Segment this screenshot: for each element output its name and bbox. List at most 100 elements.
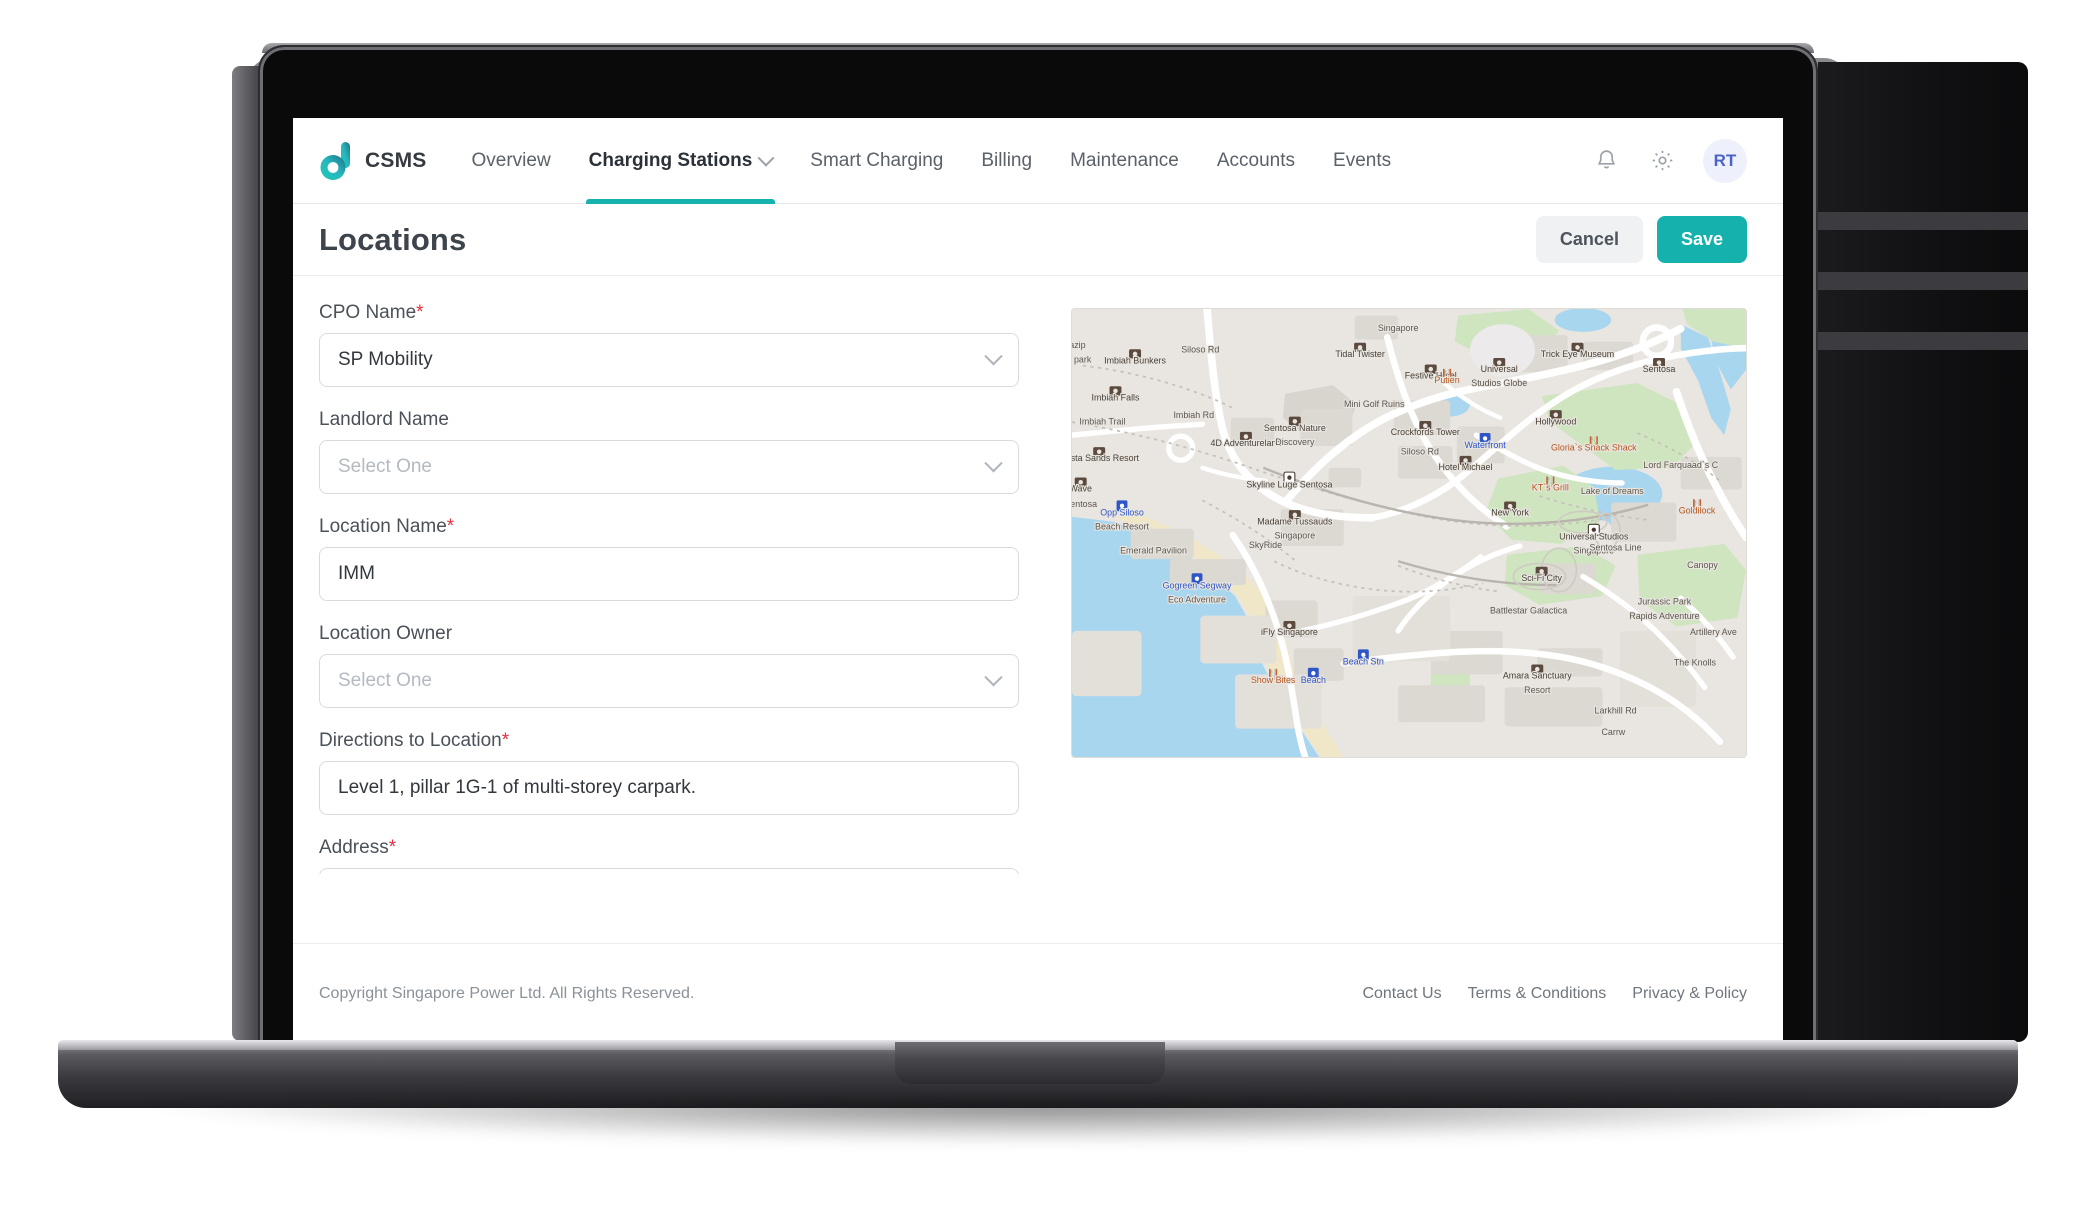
required-asterisk: * — [388, 837, 397, 858]
field-label: Location Owner — [319, 623, 1019, 645]
svg-text:🍴: 🍴 — [1441, 369, 1453, 381]
location-owner-select[interactable]: Select One — [319, 654, 1019, 708]
label-text: Directions to Location — [319, 730, 502, 751]
settings-gear-icon[interactable] — [1647, 146, 1677, 176]
select-placeholder: Select One — [338, 456, 432, 477]
top-navigation-bar: CSMS Overview Charging Stations Smart Ch… — [293, 118, 1783, 204]
camera-map-icon — [1493, 357, 1506, 368]
footer-link-privacy[interactable]: Privacy & Policy — [1632, 985, 1747, 1003]
save-button[interactable]: Save — [1656, 216, 1747, 263]
label-text: Location Name — [319, 516, 447, 537]
field-landlord-name: Landlord Name Select One — [319, 409, 1019, 494]
page-title: Locations — [319, 221, 467, 257]
select-placeholder: Select One — [338, 670, 432, 691]
camera-map-icon — [1129, 349, 1142, 359]
nav-item-accounts[interactable]: Accounts — [1198, 118, 1314, 204]
svg-text:🍴: 🍴 — [1544, 476, 1556, 488]
page-footer: Copyright Singapore Power Ltd. All Right… — [293, 943, 1783, 1043]
field-label: Address* — [319, 837, 1019, 859]
footer-link-contact-us[interactable]: Contact Us — [1362, 985, 1441, 1003]
nav-label: Overview — [471, 149, 551, 171]
cancel-button[interactable]: Cancel — [1535, 216, 1643, 263]
pin-map-icon — [1283, 471, 1296, 484]
camera-map-icon — [1283, 621, 1296, 631]
nav-links: Overview Charging Stations Smart Chargin… — [452, 118, 1410, 204]
museum-map-icon — [1288, 510, 1301, 520]
transit-map-icon — [1307, 667, 1319, 679]
select-value: SP Mobility — [338, 349, 433, 370]
restaurant-map-icon: 🍴 — [1267, 669, 1279, 681]
restaurant-map-icon: 🍴 — [1588, 436, 1600, 448]
nav-item-smart-charging[interactable]: Smart Charging — [791, 118, 962, 204]
footer-link-terms[interactable]: Terms & Conditions — [1468, 985, 1607, 1003]
nav-label: Events — [1333, 149, 1392, 171]
footer-links: Contact Us Terms & Conditions Privacy & … — [1362, 985, 1747, 1003]
field-cpo-name: CPO Name* SP Mobility — [319, 302, 1019, 387]
transit-map-icon — [1357, 649, 1369, 661]
svg-text:🍴: 🍴 — [1267, 669, 1279, 681]
map-column: Imbiah BunkersImbiah FallsImbiah TrailCo… — [1071, 302, 1747, 874]
restaurant-map-icon: 🍴 — [1441, 369, 1453, 381]
user-avatar[interactable]: RT — [1703, 138, 1747, 183]
nav-label: Accounts — [1216, 149, 1296, 171]
hotel-map-icon — [1093, 447, 1106, 457]
field-address: Address* — [319, 837, 1019, 874]
page-header: Locations Cancel Save — [293, 204, 1783, 276]
required-asterisk: * — [446, 516, 455, 537]
nav-label: Smart Charging — [810, 149, 944, 171]
field-directions-to-location: Directions to Location* Level 1, pillar … — [319, 730, 1019, 815]
restaurant-map-icon: 🍴 — [1544, 476, 1556, 488]
tram-map-icon — [1653, 357, 1666, 368]
header-actions: Cancel Save — [1535, 216, 1747, 263]
camera-map-icon — [1239, 431, 1252, 442]
field-label: CPO Name* — [319, 302, 1019, 324]
museum-map-icon — [1288, 416, 1301, 426]
field-label: Landlord Name — [319, 409, 1019, 431]
label-text: CPO Name — [319, 302, 417, 323]
nav-item-billing[interactable]: Billing — [962, 118, 1051, 204]
transit-map-icon — [1479, 432, 1491, 444]
hotel-map-icon — [1419, 421, 1432, 431]
cpo-name-select[interactable]: SP Mobility — [319, 333, 1019, 387]
location-name-input[interactable]: IMM — [319, 547, 1019, 601]
hotel-map-icon — [1531, 664, 1544, 674]
laptop-base-notch — [895, 1042, 1165, 1084]
input-value: Level 1, pillar 1G-1 of multi-storey car… — [338, 777, 696, 798]
brand[interactable]: CSMS — [319, 141, 426, 181]
laptop-shadow — [150, 1100, 1940, 1144]
laptop-right-edge — [1818, 62, 2028, 1042]
hotel-map-icon — [1424, 364, 1437, 374]
chevron-down-icon — [984, 667, 1003, 686]
page-content: CPO Name* SP Mobility Landlord Name Sele… — [293, 276, 1783, 874]
chevron-down-icon — [757, 149, 775, 167]
screenshot-stage: CSMS Overview Charging Stations Smart Ch… — [0, 0, 2083, 1210]
svg-text:🍴: 🍴 — [1691, 499, 1703, 511]
transit-map-icon — [1191, 573, 1203, 585]
label-text: Location Owner — [319, 623, 453, 644]
nav-item-events[interactable]: Events — [1314, 118, 1410, 204]
notification-bell-icon[interactable] — [1591, 146, 1621, 176]
copyright-text: Copyright Singapore Power Ltd. All Right… — [319, 984, 695, 1002]
camera-map-icon — [1074, 477, 1087, 487]
nav-label: Maintenance — [1070, 149, 1179, 171]
landlord-name-select[interactable]: Select One — [319, 440, 1019, 494]
location-form: CPO Name* SP Mobility Landlord Name Sele… — [319, 302, 1019, 874]
camera-map-icon — [1504, 501, 1517, 511]
transit-map-icon — [1116, 500, 1128, 512]
field-location-name: Location Name* IMM — [319, 516, 1019, 601]
required-asterisk: * — [501, 730, 510, 751]
nav-right-actions: RT — [1591, 138, 1747, 183]
field-location-owner: Location Owner Select One — [319, 623, 1019, 708]
camera-map-icon — [1535, 566, 1548, 576]
nav-item-overview[interactable]: Overview — [452, 118, 569, 204]
nav-item-charging-stations[interactable]: Charging Stations — [570, 118, 792, 204]
nav-item-maintenance[interactable]: Maintenance — [1051, 118, 1198, 204]
directions-input[interactable]: Level 1, pillar 1G-1 of multi-storey car… — [319, 761, 1019, 815]
pin-map-icon — [1587, 523, 1600, 536]
laptop-screen: CSMS Overview Charging Stations Smart Ch… — [293, 118, 1783, 1043]
address-input[interactable] — [319, 868, 1019, 874]
nav-label: Charging Stations — [588, 149, 753, 171]
location-map[interactable]: Imbiah BunkersImbiah FallsImbiah TrailCo… — [1071, 308, 1747, 758]
d-logo-icon — [319, 141, 353, 181]
camera-map-icon — [1549, 410, 1562, 420]
